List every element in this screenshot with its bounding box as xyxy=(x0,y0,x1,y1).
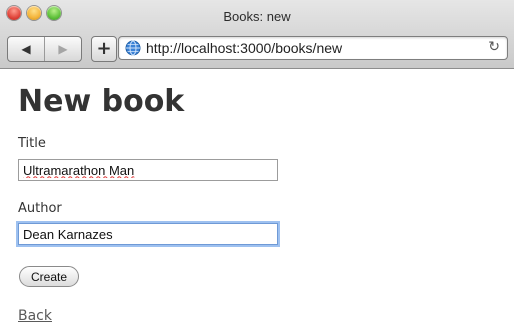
address-bar[interactable]: http://localhost:3000/books/new ↻ xyxy=(118,36,508,60)
back-button[interactable]: ◀ xyxy=(8,37,44,61)
window-title: Books: new xyxy=(223,9,291,24)
browser-window: Books: new ◀ ▶ + http://localhost:3000/b… xyxy=(0,0,514,335)
author-input[interactable] xyxy=(18,223,278,245)
create-button[interactable]: Create xyxy=(19,266,79,287)
globe-icon xyxy=(125,40,141,56)
title-label: Title xyxy=(18,136,46,151)
browser-chrome: Books: new ◀ ▶ + http://localhost:3000/b… xyxy=(0,0,514,69)
forward-button[interactable]: ▶ xyxy=(44,37,81,61)
url-text[interactable]: http://localhost:3000/books/new xyxy=(146,40,342,56)
back-arrow-icon: ◀ xyxy=(21,42,31,56)
page-title: New book xyxy=(18,84,185,119)
author-label: Author xyxy=(18,201,62,216)
forward-arrow-icon: ▶ xyxy=(58,42,68,56)
back-link[interactable]: Back xyxy=(18,308,52,324)
title-input[interactable] xyxy=(18,159,278,181)
reload-icon[interactable]: ↻ xyxy=(488,39,500,55)
add-bookmark-button[interactable]: + xyxy=(91,36,117,62)
page-content: New book Title Author Create Back xyxy=(0,69,514,335)
title-bar: Books: new xyxy=(0,0,514,32)
plus-icon: + xyxy=(96,38,112,59)
nav-button-group: ◀ ▶ xyxy=(7,36,82,62)
